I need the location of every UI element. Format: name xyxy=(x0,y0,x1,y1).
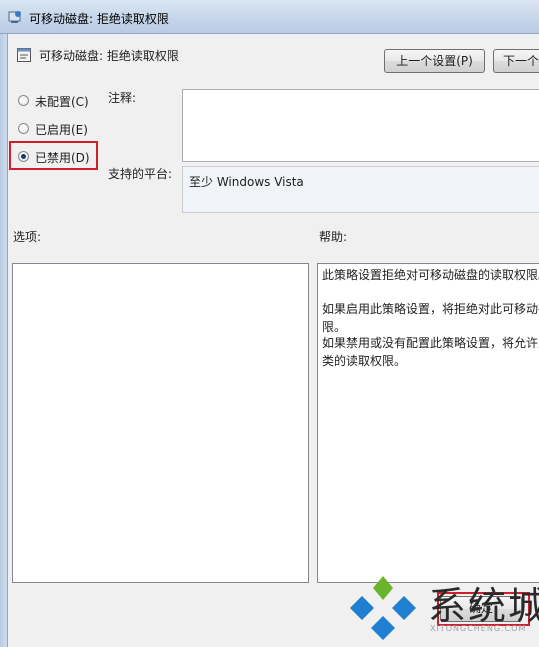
platform-label: 支持的平台: xyxy=(108,167,173,181)
watermark-brand: 系统城 xyxy=(428,575,539,630)
title-bar: 可移动磁盘: 拒绝读取权限 xyxy=(0,0,539,34)
radio-label: 未配置(C) xyxy=(35,95,89,109)
policy-title: 可移动磁盘: 拒绝读取权限 xyxy=(39,49,179,63)
options-panel xyxy=(12,263,309,583)
help-paragraph: 如果启用此策略设置，将拒绝对此可移动存储类的读取权限。 xyxy=(322,302,539,334)
help-paragraph: 此策略设置拒绝对可移动磁盘的读取权限。 xyxy=(322,268,539,282)
watermark-url: XITONGCHENG.COM xyxy=(430,624,527,633)
radio-circle[interactable] xyxy=(18,95,29,106)
window-title: 可移动磁盘: 拒绝读取权限 xyxy=(29,12,169,26)
previous-setting-button[interactable]: 上一个设置(P) xyxy=(384,49,485,73)
dialog-client: 可移动磁盘: 拒绝读取权限 上一个设置(P) 下一个 未配置(C) 已启用(E)… xyxy=(8,34,539,647)
group-policy-icon xyxy=(8,11,21,23)
watermark-logo-icon xyxy=(350,576,416,640)
disabled-option-highlight xyxy=(9,141,98,170)
help-panel: 此策略设置拒绝对可移动磁盘的读取权限。 如果启用此策略设置，将拒绝对此可移动存储… xyxy=(317,263,539,583)
comment-label: 注释: xyxy=(108,91,137,105)
radio-label: 已启用(E) xyxy=(35,123,88,137)
options-label: 选项: xyxy=(13,230,42,244)
help-paragraph: 如果禁用或没有配置此策略设置，将允许对此可移动存储类的读取权限。 xyxy=(322,336,539,368)
platform-value: 至少 Windows Vista xyxy=(189,175,304,189)
radio-circle[interactable] xyxy=(18,123,29,134)
comment-textarea[interactable] xyxy=(182,89,539,162)
watermark-brand-text: 系统城 xyxy=(428,584,539,628)
help-label: 帮助: xyxy=(319,230,348,244)
policy-setting-icon xyxy=(17,48,31,62)
next-setting-button[interactable]: 下一个 xyxy=(493,49,539,73)
window-frame xyxy=(0,34,8,647)
supported-platform-box: 至少 Windows Vista xyxy=(182,166,539,213)
